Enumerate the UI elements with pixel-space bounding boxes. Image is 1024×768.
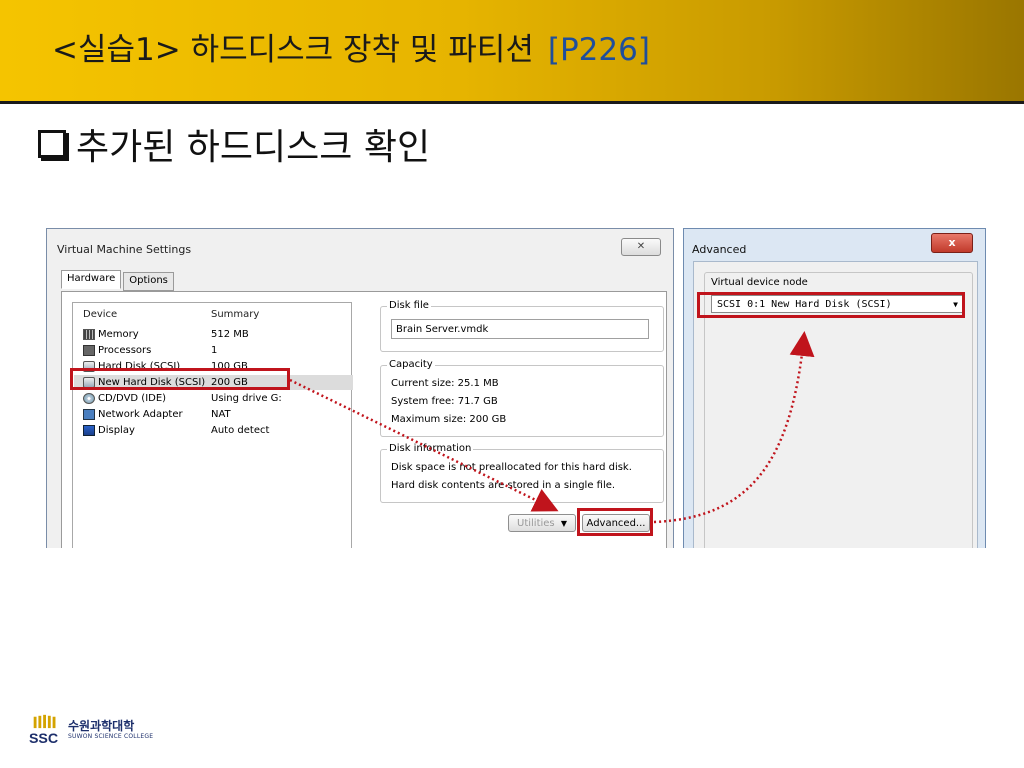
- slide-title: <실습1> 하드디스크 장착 및 파티션 [P226]: [52, 24, 650, 69]
- slide-title-text: <실습1> 하드디스크 장착 및 파티션: [52, 32, 534, 68]
- arrow-to-advanced-button: [289, 378, 559, 512]
- annotation-arrows: [289, 331, 815, 524]
- screenshot-area: Virtual Machine Settings ✕ Hardware Opti…: [46, 228, 986, 548]
- slide-subtitle-text: 추가된 하드디스크 확인: [76, 127, 431, 168]
- slide-subtitle: 추가된 하드디스크 확인: [38, 118, 430, 170]
- logo-mark-text: SSC: [29, 731, 58, 746]
- logo-english-name: SUWON SCIENCE COLLEGE: [68, 733, 154, 740]
- slide-title-page-ref: [P226]: [547, 32, 650, 68]
- header-divider: [0, 101, 1024, 104]
- ssc-logo-icon: SSC: [29, 714, 58, 746]
- logo-korean-name: 수원과학대학: [68, 719, 135, 733]
- college-logo: SSC 수원과학대학 SUWON SCIENCE COLLEGE: [28, 714, 153, 746]
- checkbox-bullet-icon: [38, 130, 66, 158]
- arrow-to-device-node: [653, 331, 815, 524]
